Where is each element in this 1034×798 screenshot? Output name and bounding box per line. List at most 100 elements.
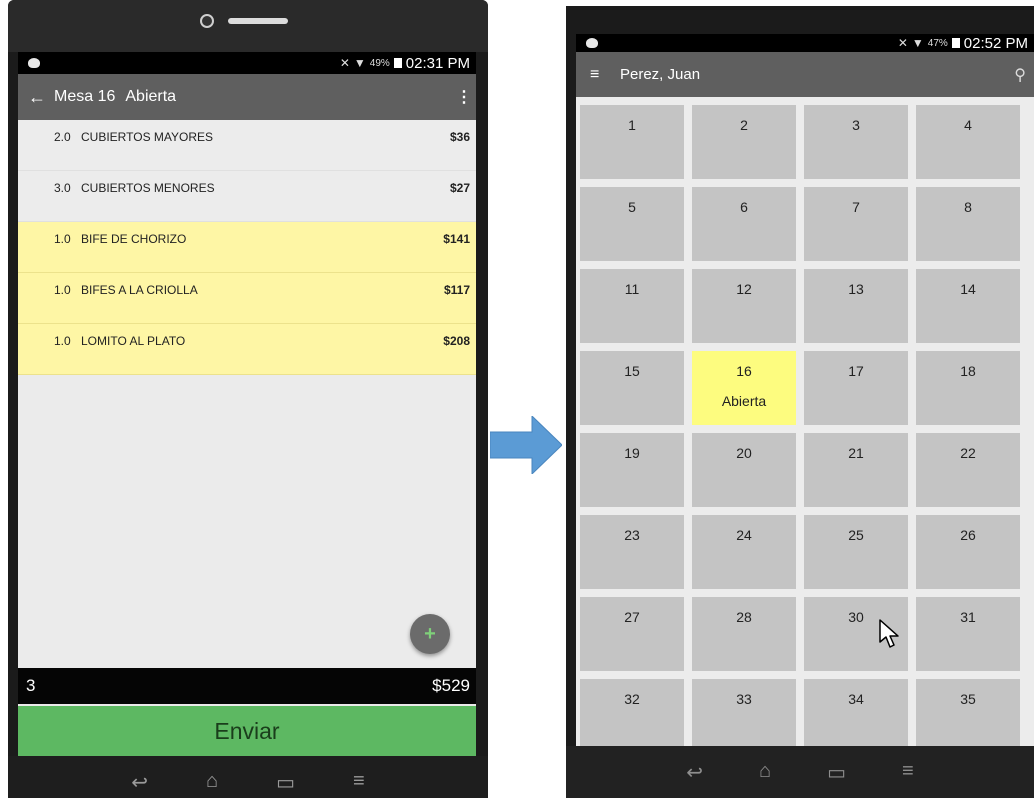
table-cell[interactable]: 31 xyxy=(916,597,1020,671)
order-qty: 1.0 xyxy=(54,334,71,348)
app-bar: ← Mesa 16 Abierta ⋮ xyxy=(18,74,476,120)
table-cell[interactable]: 35 xyxy=(916,679,1020,746)
table-cell[interactable]: 14 xyxy=(916,269,1020,343)
back-nav-icon[interactable]: ↩ xyxy=(131,770,148,795)
order-price: $117 xyxy=(443,283,470,297)
table-cell[interactable]: 33 xyxy=(692,679,796,746)
plus-icon: + xyxy=(424,622,436,645)
order-price: $36 xyxy=(449,130,470,144)
table-number: 3 xyxy=(852,117,860,133)
table-number: 5 xyxy=(628,199,636,215)
table-cell[interactable]: 32 xyxy=(580,679,684,746)
total-amount: $529 xyxy=(432,676,470,695)
back-nav-icon[interactable]: ↩ xyxy=(686,760,703,785)
order-row[interactable]: 2.0 CUBIERTOS MAYORES $36 xyxy=(18,120,476,171)
phone-top-bezel xyxy=(8,0,488,52)
table-cell[interactable]: 8 xyxy=(916,187,1020,261)
table-cell[interactable]: 3 xyxy=(804,105,908,179)
nav-icons: ↩ ⌂ ▭ ≡ xyxy=(566,746,1034,785)
table-cell[interactable]: 21 xyxy=(804,433,908,507)
table-cell[interactable]: 19 xyxy=(580,433,684,507)
table-number: 12 xyxy=(736,281,752,297)
table-number: 28 xyxy=(736,609,752,625)
app-bar: ≡ Perez, Juan ⚲ xyxy=(576,52,1034,97)
table-cell[interactable]: 27 xyxy=(580,597,684,671)
menu-icon[interactable]: ≡ xyxy=(590,66,620,84)
phone-right: ✕ ▼ 47% 02:52 PM ≡ Perez, Juan ⚲ 1234567… xyxy=(566,6,1034,798)
table-number: 22 xyxy=(960,445,976,461)
table-label: Mesa 16 xyxy=(54,88,116,105)
add-item-button[interactable]: + xyxy=(410,614,450,654)
order-row[interactable]: 1.0 BIFES A LA CRIOLLA $117 xyxy=(18,273,476,324)
order-qty: 1.0 xyxy=(54,283,71,297)
mute-icon: ✕ xyxy=(339,56,350,70)
android-nav-bar: ↩ ⌂ ▭ ≡ xyxy=(8,756,488,798)
order-price: $208 xyxy=(443,334,470,348)
recents-nav-icon[interactable]: ▭ xyxy=(276,770,295,795)
order-qty: 2.0 xyxy=(54,130,71,144)
table-number: 17 xyxy=(848,363,864,379)
android-nav-bar: ↩ ⌂ ▭ ≡ xyxy=(566,746,1034,798)
table-number: 30 xyxy=(848,609,864,625)
table-cell[interactable]: 17 xyxy=(804,351,908,425)
menu-nav-icon[interactable]: ≡ xyxy=(902,760,914,785)
table-cell[interactable]: 4 xyxy=(916,105,1020,179)
table-cell[interactable]: 24 xyxy=(692,515,796,589)
table-cell[interactable]: 22 xyxy=(916,433,1020,507)
menu-nav-icon[interactable]: ≡ xyxy=(353,770,365,795)
camera-icon xyxy=(200,14,214,28)
order-row[interactable]: 1.0 BIFE DE CHORIZO $141 xyxy=(18,222,476,273)
table-number: 7 xyxy=(852,199,860,215)
table-number: 34 xyxy=(848,691,864,707)
table-cell[interactable]: 34 xyxy=(804,679,908,746)
table-cell[interactable]: 23 xyxy=(580,515,684,589)
send-button[interactable]: Enviar xyxy=(18,704,476,756)
order-row[interactable]: 1.0 LOMITO AL PLATO $208 xyxy=(18,324,476,375)
order-desc: CUBIERTOS MAYORES xyxy=(81,130,214,144)
home-nav-icon[interactable]: ⌂ xyxy=(206,770,218,795)
wifi-icon: ▼ xyxy=(911,36,924,50)
status-time: 02:52 PM xyxy=(963,34,1028,52)
table-cell[interactable]: 18 xyxy=(916,351,1020,425)
table-cell[interactable]: 20 xyxy=(692,433,796,507)
order-desc: BIFES A LA CRIOLLA xyxy=(81,283,198,297)
table-number: 18 xyxy=(960,363,976,379)
more-vert-icon[interactable]: ⋮ xyxy=(456,87,472,107)
table-cell[interactable]: 28 xyxy=(692,597,796,671)
table-number: 1 xyxy=(628,117,636,133)
table-cell[interactable]: 15 xyxy=(580,351,684,425)
table-number: 21 xyxy=(848,445,864,461)
order-price: $141 xyxy=(443,232,470,246)
android-notification-icon xyxy=(586,38,598,48)
order-desc: LOMITO AL PLATO xyxy=(81,334,186,348)
table-number: 2 xyxy=(740,117,748,133)
table-number: 14 xyxy=(960,281,976,297)
table-cell[interactable]: 25 xyxy=(804,515,908,589)
table-cell[interactable]: 6 xyxy=(692,187,796,261)
table-number: 27 xyxy=(624,609,640,625)
table-cell[interactable]: 1 xyxy=(580,105,684,179)
table-number: 4 xyxy=(964,117,972,133)
table-cell[interactable]: 5 xyxy=(580,187,684,261)
status-time: 02:31 PM xyxy=(405,54,470,72)
table-cell[interactable]: 26 xyxy=(916,515,1020,589)
table-cell[interactable]: 2 xyxy=(692,105,796,179)
app-bar-title: Mesa 16 Abierta xyxy=(54,88,176,106)
order-row[interactable]: 3.0 CUBIERTOS MENORES $27 xyxy=(18,171,476,222)
table-number: 6 xyxy=(740,199,748,215)
table-cell[interactable]: 12 xyxy=(692,269,796,343)
battery-icon xyxy=(393,58,402,68)
table-number: 25 xyxy=(848,527,864,543)
search-icon[interactable]: ⚲ xyxy=(1014,65,1026,85)
table-number: 23 xyxy=(624,527,640,543)
table-cell[interactable]: 13 xyxy=(804,269,908,343)
table-cell[interactable]: 7 xyxy=(804,187,908,261)
home-nav-icon[interactable]: ⌂ xyxy=(759,760,771,785)
arrow-left-icon[interactable]: ← xyxy=(28,87,54,108)
status-bar: ✕ ▼ 47% 02:52 PM xyxy=(576,34,1034,52)
totals-bar: 3 $529 xyxy=(18,668,476,704)
recents-nav-icon[interactable]: ▭ xyxy=(827,760,846,785)
table-cell[interactable]: 16 Abierta xyxy=(692,351,796,425)
table-cell[interactable]: 11 xyxy=(580,269,684,343)
table-state: Abierta xyxy=(721,393,767,409)
